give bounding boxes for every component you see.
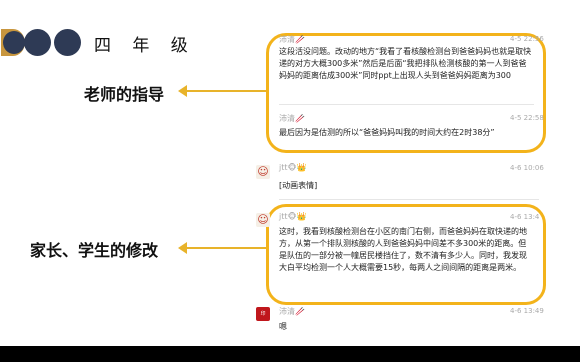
sender-avatar[interactable]: ☺ — [256, 165, 270, 179]
circle-decoration-2 — [24, 29, 51, 56]
circle-decoration-3 — [54, 29, 81, 56]
message-text: 这段活没问题。改动的地方“我看了看核酸检测台到爸爸妈妈也就是取快递的对方大概30… — [279, 47, 532, 80]
grade-title: 四 年 级 — [94, 36, 196, 56]
message-divider — [279, 199, 539, 200]
message-text: 嗯 — [279, 322, 287, 331]
message-sender-name: 沛清🥢 — [279, 307, 305, 316]
message-divider — [279, 104, 534, 105]
bottom-bar — [0, 346, 580, 362]
arrow-to-revision-frame — [178, 242, 268, 254]
message-text: [动画表情] — [279, 181, 318, 190]
message-sender-name: 沛清🥢 — [279, 114, 305, 123]
message-timestamp: 4-5 22:56 — [510, 35, 544, 43]
message-text: 这时，我看到核酸检测台在小区的南门右侧，而爸爸妈妈在取快递的地方，从第一个排队测… — [279, 227, 527, 272]
message-sender-name: jtt🐵👑 — [279, 212, 307, 221]
message-sender-name: jtt🐵👑 — [279, 163, 307, 172]
arrow-to-teacher-frame — [178, 85, 266, 97]
parents-students-revision-label: 家长、学生的修改 — [30, 241, 159, 260]
message-timestamp: 4-6 13:49 — [510, 307, 544, 315]
message-timestamp: 4-6 10:06 — [510, 164, 544, 172]
message-sender-name: 沛清🥢 — [279, 35, 305, 44]
circle-decoration-1 — [1, 29, 25, 56]
sender-avatar[interactable]: 印 — [256, 307, 270, 321]
message-timestamp: 4-6 13:4 — [510, 213, 540, 221]
teacher-guidance-label: 老师的指导 — [84, 85, 165, 104]
message-timestamp: 4-5 22:58 — [510, 114, 544, 122]
sender-avatar[interactable]: ☺ — [256, 213, 270, 227]
message-text: 最后因为是估测的所以“爸爸妈妈叫我的时间大约在2时38分” — [279, 128, 495, 137]
